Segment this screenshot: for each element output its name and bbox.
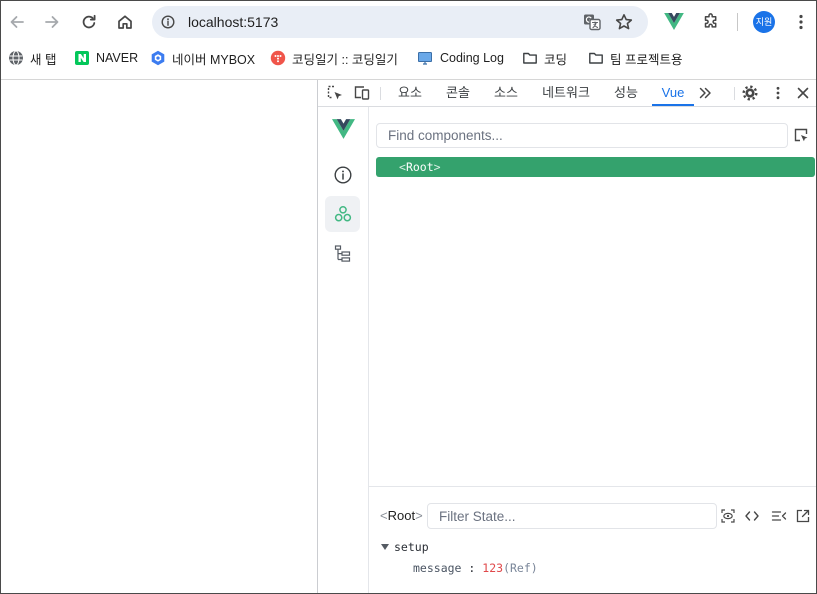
state-inspector: <Root> setup message : [369, 486, 817, 594]
profile-avatar[interactable]: 지원 [753, 11, 775, 33]
tag-bracket: < [380, 508, 388, 523]
toolbar-separator [737, 13, 738, 31]
bookmark-item[interactable]: 새 탭 [8, 48, 56, 68]
devtools-tabbar: 요소 콘솔 소스 네트워크 성능 Vue [318, 80, 817, 107]
component-tree-label: <Root> [399, 157, 441, 177]
more-tabs-icon[interactable] [697, 85, 713, 101]
tab-elements[interactable]: 요소 [398, 80, 422, 106]
components-icon [333, 204, 353, 224]
bookmark-label: NAVER [96, 51, 139, 65]
folder-icon [522, 50, 538, 66]
globe-icon [8, 50, 24, 66]
folder-icon [588, 50, 604, 66]
scroll-to-component-icon[interactable] [720, 508, 736, 524]
inspected-component-title: <Root> [380, 508, 423, 524]
inspect-dom-icon[interactable] [771, 508, 787, 524]
component-search-input[interactable] [376, 123, 788, 148]
bookmark-item[interactable]: 네이버 MYBOX [150, 48, 255, 68]
mybox-icon [150, 50, 166, 66]
settings-icon[interactable] [741, 84, 759, 102]
address-bar[interactable]: localhost:5173 [152, 6, 648, 38]
naver-icon [74, 50, 90, 66]
info-icon[interactable] [333, 165, 353, 185]
bookmark-item[interactable]: Coding Log [417, 48, 504, 68]
code-icon[interactable] [744, 508, 760, 524]
puzzle-icon[interactable] [701, 11, 721, 31]
kebab-menu-icon[interactable] [770, 85, 786, 101]
page-viewport[interactable] [0, 80, 317, 594]
monitor-icon [417, 50, 433, 66]
state-section-name[interactable]: setup [394, 539, 429, 555]
tabbar-separator [380, 87, 381, 100]
bookmark-item[interactable]: 코딩일기 :: 코딩일기 [270, 48, 398, 68]
active-tab-indicator [652, 104, 694, 106]
bookmark-item[interactable]: 팀 프로젝트용 [588, 48, 682, 68]
kebab-menu-icon[interactable] [791, 12, 811, 32]
home-icon[interactable] [115, 12, 135, 32]
tag-bracket: < [399, 160, 406, 174]
vue-logo-icon [331, 118, 355, 139]
tab-performance[interactable]: 성능 [614, 80, 638, 106]
tab-console[interactable]: 콘솔 [446, 80, 470, 106]
tab-vue[interactable]: Vue [662, 80, 685, 106]
bookmark-label: Coding Log [440, 51, 504, 65]
browser-toolbar: localhost:5173 지원 [0, 0, 817, 44]
bookmark-label: 코딩 [544, 52, 568, 67]
timeline-tree-icon[interactable] [333, 244, 353, 264]
components-nav-button[interactable] [325, 196, 360, 232]
tag-bracket: > [415, 508, 423, 523]
translate-icon[interactable] [582, 12, 602, 32]
bookmark-label: 새 탭 [30, 52, 57, 67]
star-icon[interactable] [614, 12, 634, 32]
vue-devtools-icon[interactable] [664, 12, 684, 30]
tab-network[interactable]: 네트워크 [542, 80, 590, 106]
blog-icon [270, 50, 286, 66]
device-toolbar-icon[interactable] [353, 84, 371, 102]
info-icon[interactable] [161, 15, 175, 29]
arrow-left-icon[interactable] [7, 12, 27, 32]
filter-state-input[interactable] [427, 503, 717, 529]
component-name: Root [405, 160, 434, 174]
tag-bracket: > [433, 160, 441, 174]
open-in-editor-icon[interactable] [795, 508, 811, 524]
arrow-right-icon[interactable] [42, 12, 62, 32]
property-value[interactable]: 123 [482, 561, 503, 575]
bookmark-label: 네이버 MYBOX [172, 52, 256, 67]
devtools-panel: 요소 콘솔 소스 네트워크 성능 Vue Find components... … [317, 80, 817, 594]
reload-icon[interactable] [79, 12, 99, 32]
select-component-icon[interactable] [793, 127, 809, 143]
state-property-row[interactable]: message : 123(Ref) [413, 560, 538, 576]
bookmark-label: 팀 프로젝트용 [610, 52, 683, 67]
property-type: (Ref) [503, 561, 538, 575]
bookmarks-bar: 새 탭 NAVER 네이버 MYBOX 코딩일기 :: 코딩일기 Coding … [0, 44, 817, 79]
address-text[interactable]: localhost:5173 [188, 6, 278, 38]
bookmark-item[interactable]: 코딩 [522, 48, 567, 68]
components-pane: <Root> <Root> setup [369, 107, 817, 594]
vue-sidebar [318, 107, 369, 594]
property-key: message [413, 561, 462, 575]
close-icon[interactable] [795, 85, 811, 101]
property-separator: : [468, 561, 476, 575]
component-name: Root [387, 508, 416, 523]
tab-sources[interactable]: 소스 [494, 80, 518, 106]
vue-devtools: <Root> <Root> setup [318, 107, 817, 594]
inspect-element-icon[interactable] [326, 84, 344, 102]
caret-down-icon[interactable] [381, 544, 389, 550]
tabbar-separator [734, 87, 735, 100]
component-tree-row[interactable]: <Root> [376, 157, 815, 177]
bookmark-label: 코딩일기 :: 코딩일기 [292, 52, 398, 67]
bookmark-item[interactable]: NAVER [74, 48, 138, 68]
